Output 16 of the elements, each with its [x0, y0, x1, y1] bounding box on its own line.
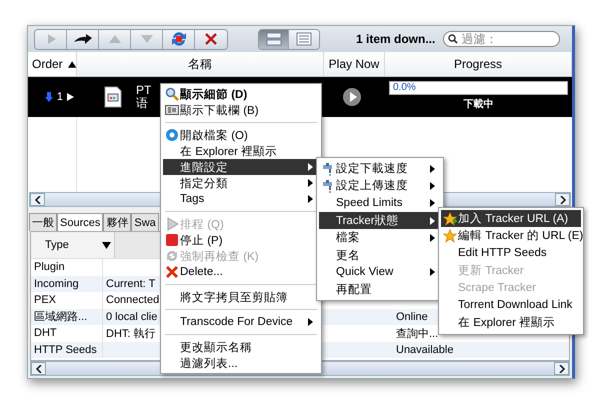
table-cell: Unavailable: [396, 344, 454, 356]
progress-percent: 0.0%: [393, 82, 416, 94]
download-state: 下載中: [464, 98, 494, 111]
table-cell: Current: T: [106, 278, 156, 290]
order-number: 1: [56, 91, 63, 103]
download-name: PT: [136, 84, 152, 97]
table-cell: 0 local clie: [106, 310, 158, 323]
table-cell: Connected: [106, 294, 160, 306]
table-cell: 查詢中...: [396, 328, 438, 340]
table-cell: HTTP Seeds: [31, 342, 103, 358]
download-name: 语: [136, 97, 149, 110]
table-cell: 區域網路...: [31, 308, 103, 325]
table-cell: DHT: 執行: [106, 328, 156, 340]
table-cell: Incoming: [31, 276, 103, 292]
download-status: 1 item down...: [356, 32, 436, 46]
table-cell: Online: [396, 310, 428, 323]
